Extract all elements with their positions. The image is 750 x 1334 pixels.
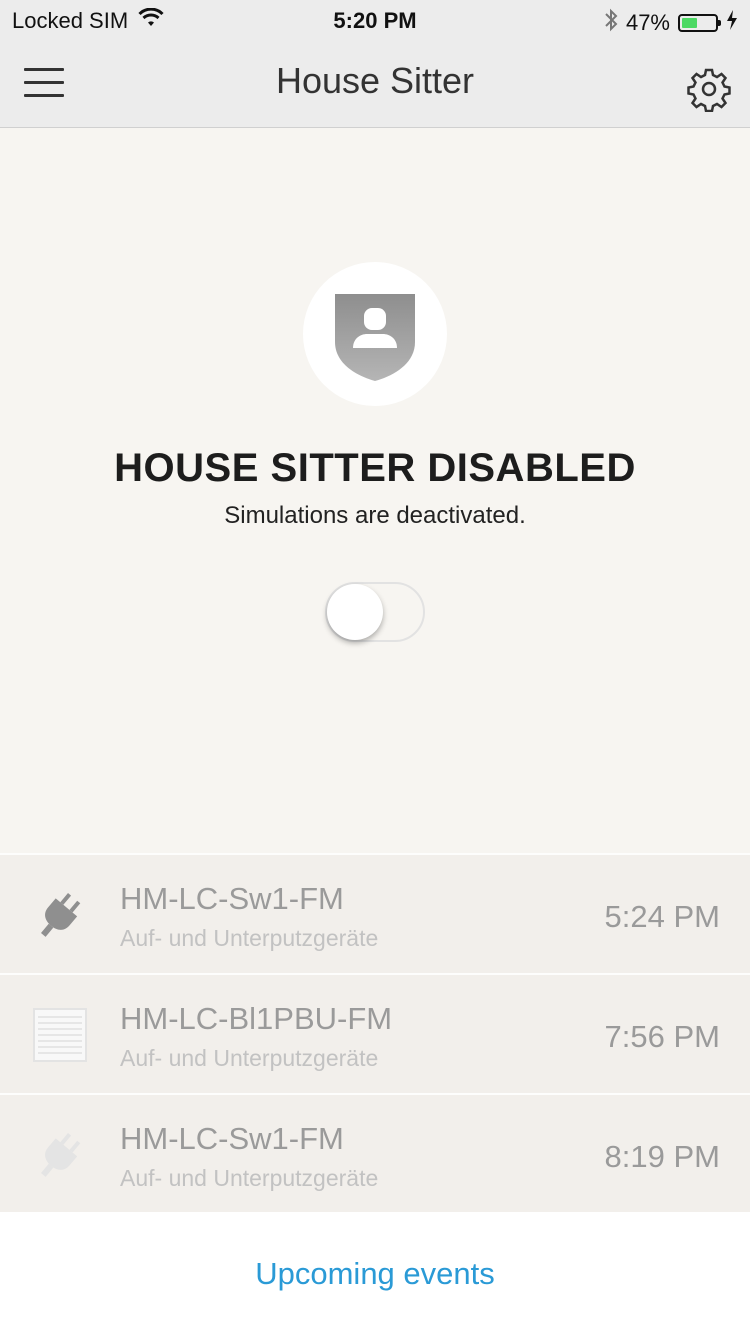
battery-fill — [682, 18, 698, 28]
gear-icon[interactable] — [686, 66, 732, 113]
blinds-icon — [32, 1007, 88, 1063]
battery-percent: 47% — [625, 10, 670, 35]
event-time: 8:19 PM — [604, 1139, 720, 1174]
status-heading: HOUSE SITTER DISABLED — [114, 446, 636, 490]
battery-nub — [718, 20, 721, 26]
device-name: HM-LC-Sw1-FM — [120, 881, 344, 916]
device-name: HM-LC-Bl1PBU-FM — [120, 1001, 393, 1036]
device-type: Auf- und Unterputzgeräte — [120, 925, 379, 951]
event-list: HM-LC-Sw1-FM Auf- und Unterputzgeräte 5:… — [0, 853, 750, 1213]
shield-badge — [303, 262, 447, 406]
shield-person-icon — [335, 294, 415, 381]
device-name: HM-LC-Sw1-FM — [120, 1121, 344, 1156]
device-type: Auf- und Unterputzgeräte — [120, 1045, 379, 1071]
list-item[interactable]: HM-LC-Sw1-FM Auf- und Unterputzgeräte 8:… — [0, 1093, 750, 1213]
house-sitter-toggle[interactable] — [325, 582, 425, 642]
plug-icon — [32, 887, 88, 943]
charging-icon — [726, 10, 738, 36]
list-item[interactable]: HM-LC-Sw1-FM Auf- und Unterputzgeräte 5:… — [0, 853, 750, 973]
upcoming-events-link[interactable]: Upcoming events — [0, 1256, 750, 1292]
status-description: Simulations are deactivated. — [224, 502, 526, 529]
house-sitter-panel: HOUSE SITTER DISABLED Simulations are de… — [0, 128, 750, 853]
event-time: 5:24 PM — [604, 899, 720, 934]
device-type: Auf- und Unterputzgeräte — [120, 1165, 379, 1191]
page-title: House Sitter — [275, 60, 475, 101]
list-item[interactable]: HM-LC-Bl1PBU-FM Auf- und Unterputzgeräte… — [0, 973, 750, 1093]
nav-bar: House Sitter — [0, 40, 750, 128]
event-time: 7:56 PM — [604, 1019, 720, 1054]
status-right: 47% — [604, 8, 738, 38]
battery-icon — [678, 14, 721, 32]
toggle-knob[interactable] — [327, 584, 383, 640]
footer: Upcoming events — [0, 1212, 750, 1334]
status-bar: Locked SIM 5:20 PM 47% — [0, 0, 750, 40]
plug-icon — [32, 1127, 88, 1183]
bluetooth-icon — [604, 8, 618, 38]
